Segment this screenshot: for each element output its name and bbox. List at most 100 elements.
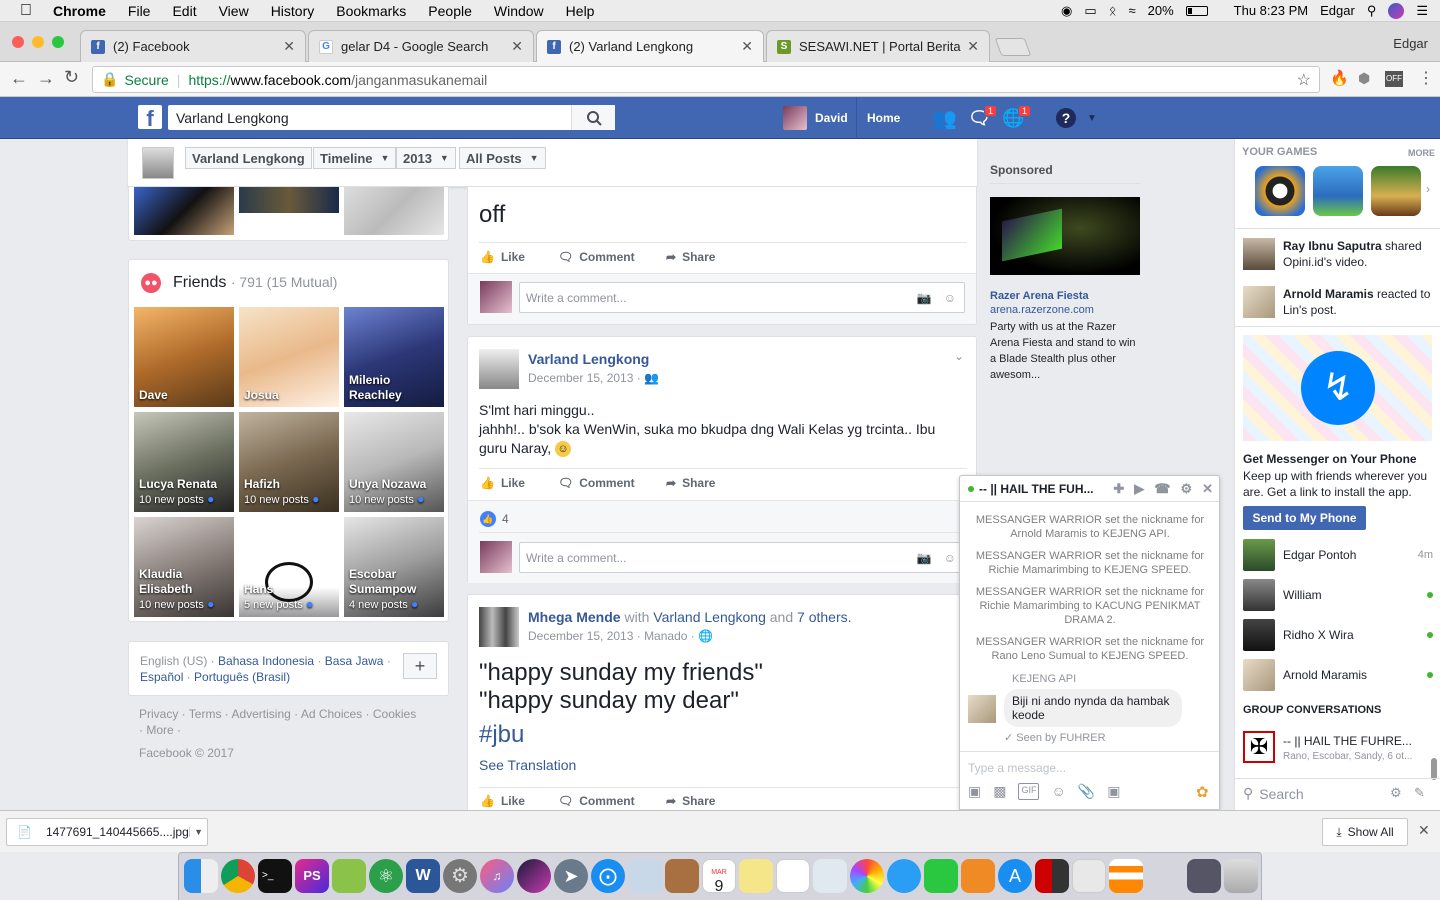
new-tab-button[interactable] xyxy=(994,38,1032,56)
menu-bookmarks[interactable]: Bookmarks xyxy=(325,3,417,19)
menu-file[interactable]: File xyxy=(117,3,162,19)
avatar[interactable] xyxy=(1243,238,1275,270)
close-icon[interactable]: ✕ xyxy=(1202,481,1213,497)
siri-icon[interactable] xyxy=(1388,2,1405,19)
photo-thumbnail[interactable] xyxy=(239,187,339,213)
menu-view[interactable]: View xyxy=(208,3,260,19)
avatar[interactable] xyxy=(968,695,996,723)
contact-row[interactable]: William xyxy=(1243,579,1433,611)
launchpad-icon[interactable]: ➤ xyxy=(554,859,588,893)
profile-name-link[interactable]: David xyxy=(815,111,848,125)
emoji-icon[interactable]: ☺ xyxy=(944,551,956,565)
extension-shield-icon[interactable]: ⬢ xyxy=(1358,70,1370,87)
friend-tile[interactable]: Lucya Renata 10 new posts ● xyxy=(134,412,234,512)
close-tab-icon[interactable]: ✕ xyxy=(741,38,753,55)
friend-tile[interactable]: Escobar Sumampow 4 new posts ● xyxy=(344,517,444,617)
sidebar-scrollbar[interactable] xyxy=(1431,758,1437,780)
avatar[interactable] xyxy=(479,607,519,647)
others-link[interactable]: 7 others. xyxy=(797,609,851,625)
facetime-icon[interactable] xyxy=(924,859,958,893)
chat-search[interactable]: ⚲ Search xyxy=(1243,785,1304,802)
battery-percent[interactable]: 20% xyxy=(1148,3,1174,18)
system-preferences-icon[interactable]: ⚙ xyxy=(443,859,477,893)
share-button[interactable]: ➦ Share xyxy=(666,794,715,808)
add-language-button[interactable]: + xyxy=(403,653,437,679)
preview-icon[interactable] xyxy=(628,859,662,893)
footer-link-list[interactable]: Privacy · Terms · Advertising · Ad Choic… xyxy=(139,707,416,721)
chrome-menu-icon[interactable]: ⋮ xyxy=(1418,68,1434,88)
contacts-icon[interactable] xyxy=(665,859,699,893)
comment-button[interactable]: 🗨 Comment xyxy=(558,476,666,490)
friend-tile[interactable]: Hafizh 10 new posts ● xyxy=(239,412,339,512)
photos-icon[interactable] xyxy=(850,859,884,893)
chat-settings-icon[interactable]: ⚙ xyxy=(1390,785,1402,801)
word-icon[interactable]: W xyxy=(406,859,440,893)
friend-tile[interactable]: Unya Nozawa 10 new posts ● xyxy=(344,412,444,512)
home-link[interactable]: Home xyxy=(856,97,900,139)
menu-help[interactable]: Help xyxy=(555,3,606,19)
wifi-icon[interactable]: ≈ xyxy=(1129,3,1136,18)
timeline-section-dropdown[interactable]: Timeline ▼ xyxy=(313,147,397,169)
language-link[interactable]: Português (Brasil) xyxy=(194,670,290,684)
safari-icon[interactable]: ⨀ xyxy=(591,859,625,893)
video-call-icon[interactable]: ▶ xyxy=(1134,481,1144,497)
more-games-link[interactable]: MORE xyxy=(1408,148,1435,158)
chat-title[interactable]: -- || HAIL THE FUH... xyxy=(979,482,1094,496)
reaction-summary[interactable]: 👍 4 xyxy=(480,511,509,527)
timeline-name-button[interactable]: Varland Lengkong xyxy=(185,147,312,169)
friend-tile[interactable]: Milenio Reachley xyxy=(344,307,444,407)
menu-people[interactable]: People xyxy=(417,3,483,19)
post-options-chevron-icon[interactable]: ⌄ xyxy=(954,349,964,363)
photo-icon[interactable]: ▣ xyxy=(968,783,981,800)
itunes-icon[interactable]: ♫ xyxy=(480,859,514,893)
menu-edit[interactable]: Edit xyxy=(161,3,207,19)
close-tab-icon[interactable]: ✕ xyxy=(967,38,979,55)
photo-thumbnail[interactable] xyxy=(344,187,444,235)
android-studio-icon[interactable] xyxy=(332,859,366,893)
chevron-right-icon[interactable]: › xyxy=(1426,182,1430,196)
downloads-stack-icon[interactable] xyxy=(1187,859,1221,893)
calendar-icon[interactable]: MAR 9 xyxy=(702,859,736,895)
friend-tile[interactable]: Klaudia Elisabeth 10 new posts ● xyxy=(134,517,234,617)
facebook-logo[interactable]: f xyxy=(138,105,162,129)
terminal-icon[interactable]: >_ xyxy=(258,859,292,893)
messages-icon[interactable]: 🗨 xyxy=(968,97,991,139)
rainbow-color-icon[interactable]: ✿ xyxy=(1196,783,1209,801)
hashtag-link[interactable]: #jbu xyxy=(479,721,524,749)
show-all-button[interactable]: ⤓ Show All xyxy=(1322,818,1408,846)
atom-icon[interactable]: ⚛ xyxy=(369,859,403,893)
gif-icon[interactable]: GIF xyxy=(1018,783,1040,800)
friend-tile[interactable]: Dave xyxy=(134,307,234,407)
airplay-icon[interactable]: ▭ xyxy=(1084,3,1096,19)
group-avatar[interactable]: ✠ xyxy=(1243,731,1275,763)
zoom-window-button[interactable] xyxy=(52,36,64,48)
close-icon[interactable]: ✕ xyxy=(1418,822,1430,839)
extension-fire-icon[interactable]: 🔥 xyxy=(1330,69,1349,87)
trash-icon[interactable] xyxy=(1224,859,1258,893)
omnibox[interactable]: 🔒 Secure | https:// www.facebook.com /ja… xyxy=(92,66,1320,93)
apple-icon[interactable]:  xyxy=(0,2,42,20)
close-window-button[interactable] xyxy=(12,36,24,48)
tab-google-search[interactable]: G gelar D4 - Google Search ✕ xyxy=(308,30,534,62)
post-author[interactable]: Varland Lengkong xyxy=(528,351,649,367)
ad-image[interactable] xyxy=(990,197,1140,275)
siri-icon[interactable] xyxy=(517,859,551,893)
friends-heading[interactable]: Friends · 791 (15 Mutual) xyxy=(173,274,337,292)
reload-icon[interactable]: ↻ xyxy=(64,67,79,88)
contact-row[interactable]: Ridho X Wira xyxy=(1243,619,1433,651)
message-input[interactable]: Type a message... xyxy=(968,761,1066,775)
chevron-down-icon[interactable]: ▼ xyxy=(189,827,207,837)
comment-button[interactable]: 🗨 Comment xyxy=(558,250,666,264)
avatar[interactable] xyxy=(479,349,519,389)
tab-sesawi[interactable]: S SESAWI.NET | Portal Berita Ka ✕ xyxy=(766,30,990,62)
see-translation-link[interactable]: See Translation xyxy=(479,757,576,773)
photo-thumbnail[interactable] xyxy=(134,187,234,235)
avatar[interactable] xyxy=(142,147,174,179)
back-icon[interactable]: ← xyxy=(10,68,28,89)
messenger-promo-image[interactable]: ↯ xyxy=(1243,335,1432,441)
add-people-icon[interactable]: ✚ xyxy=(1113,481,1124,497)
sticker-icon[interactable]: ▩ xyxy=(993,783,1006,800)
menu-window[interactable]: Window xyxy=(483,3,555,19)
chrome-icon[interactable] xyxy=(221,859,255,893)
language-link[interactable]: Basa Jawa xyxy=(325,654,384,668)
